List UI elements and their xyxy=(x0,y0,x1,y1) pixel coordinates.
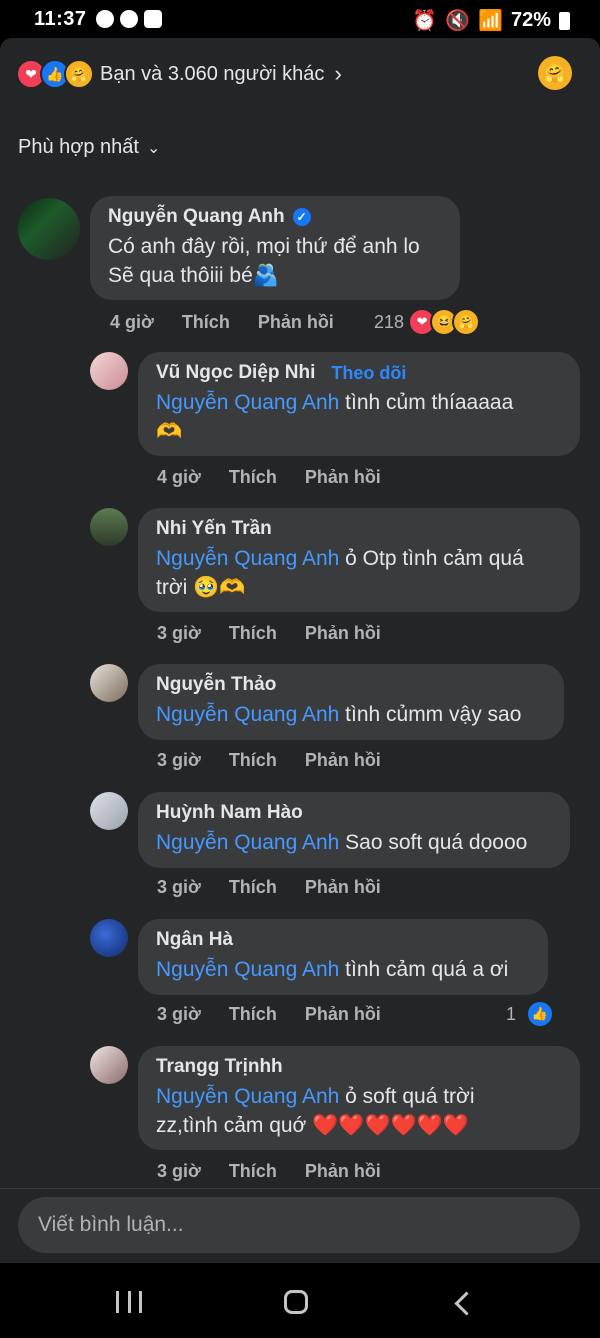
comment-time: 4 giờ xyxy=(157,467,201,487)
follow-button[interactable]: Theo dõi xyxy=(331,363,406,384)
reactions-summary[interactable]: ❤ 👍 🤗 Bạn và 3.060 người khác › xyxy=(16,58,342,90)
comment-author[interactable]: Nguyễn Quang Anh xyxy=(108,206,285,228)
mention-link[interactable]: Nguyễn Quang Anh xyxy=(156,391,339,414)
like-button[interactable]: Thích xyxy=(229,1004,277,1025)
avatar[interactable] xyxy=(18,198,80,260)
comment-actions: 3 giờ Thích Phản hồi xyxy=(157,1161,381,1182)
comment-time: 3 giờ xyxy=(157,1004,201,1024)
comments-sheet: ❤ 👍 🤗 Bạn và 3.060 người khác › 🤗 Phù hợ… xyxy=(0,38,600,1263)
comment-actions: 3 giờ Thích Phản hồi xyxy=(157,750,381,771)
comment-text: Nguyễn Quang Anh Sao soft quá dọooo xyxy=(156,831,528,854)
comment-bubble: Trangg Trịnhh Nguyễn Quang Anh ỏ soft qu… xyxy=(138,1046,580,1150)
comment-bubble: Ngân Hà Nguyễn Quang Anh tình cảm quá a … xyxy=(138,919,548,995)
comment-text: Nguyễn Quang Anh tình củmm vậy sao xyxy=(156,703,522,726)
comment-actions: 3 giờ Thích Phản hồi xyxy=(157,877,381,898)
avatar[interactable] xyxy=(90,508,128,546)
avatar[interactable] xyxy=(90,919,128,957)
comment-time: 3 giờ xyxy=(157,623,201,643)
comment-time: 4 giờ xyxy=(110,312,154,332)
comment-author[interactable]: Nguyễn Thảo xyxy=(156,674,276,696)
reply-button[interactable]: Phản hồi xyxy=(305,1161,381,1182)
comment-time: 3 giờ xyxy=(157,877,201,897)
reply-button[interactable]: Phản hồi xyxy=(305,877,381,898)
clock: 11:37 xyxy=(34,8,87,30)
home-icon[interactable] xyxy=(284,1290,308,1314)
messenger-icon xyxy=(96,10,114,28)
like-button[interactable]: Thích xyxy=(182,312,230,333)
mention-link[interactable]: Nguyễn Quang Anh xyxy=(156,1085,339,1108)
reply-button[interactable]: Phản hồi xyxy=(305,623,381,644)
comment-time: 3 giờ xyxy=(157,1161,201,1181)
mute-icon: 🔇 xyxy=(445,10,471,32)
sort-label: Phù hợp nhất xyxy=(18,136,139,158)
reply-button[interactable]: Phản hồi xyxy=(258,312,334,333)
comment-author[interactable]: Vũ Ngọc Diệp Nhi xyxy=(156,362,315,384)
alarm-icon: ⏰ xyxy=(412,10,438,32)
mention-link[interactable]: Nguyễn Quang Anh xyxy=(156,831,339,854)
care-reaction-button[interactable]: 🤗 xyxy=(538,56,572,90)
like-reaction-icon: 👍 xyxy=(526,1000,555,1028)
like-button[interactable]: Thích xyxy=(229,750,277,771)
care-reaction-icon: 🤗 xyxy=(64,59,94,89)
like-button[interactable]: Thích xyxy=(229,877,277,898)
back-icon[interactable] xyxy=(454,1291,479,1316)
avatar[interactable] xyxy=(90,664,128,702)
comment-bubble: Huỳnh Nam Hào Nguyễn Quang Anh Sao soft … xyxy=(138,792,570,868)
reply-button[interactable]: Phản hồi xyxy=(305,467,381,488)
comment-author[interactable]: Trangg Trịnhh xyxy=(156,1056,283,1078)
divider xyxy=(0,1188,600,1189)
avatar[interactable] xyxy=(90,792,128,830)
comment-text: Nguyễn Quang Anh ỏ soft quá trời zz,tình… xyxy=(156,1085,475,1137)
mention-link[interactable]: Nguyễn Quang Anh xyxy=(156,547,339,570)
verified-badge-icon: ✓ xyxy=(292,208,311,226)
comment-author[interactable]: Ngân Hà xyxy=(156,929,233,951)
comment-actions: 4 giờ Thích Phản hồi xyxy=(157,467,381,488)
comment-text: Nguyễn Quang Anh ỏ Otp tình cảm quá trời… xyxy=(156,547,524,599)
comment-author[interactable]: Nhi Yến Trần xyxy=(156,518,272,540)
comment-bubble: Vũ Ngọc Diệp Nhi Theo dõi Nguyễn Quang A… xyxy=(138,352,580,456)
avatar[interactable] xyxy=(90,352,128,390)
comment-bubble: Nguyễn Thảo Nguyễn Quang Anh tình củmm v… xyxy=(138,664,564,740)
navigation-bar xyxy=(0,1263,600,1338)
comment-text: Có anh đây rồi, mọi thứ để anh lo Sẽ qua… xyxy=(108,235,420,287)
wifi-icon: 📶 xyxy=(478,10,503,32)
comment-actions: 3 giờ Thích Phản hồi xyxy=(157,623,381,644)
comment-actions: 3 giờ Thích Phản hồi xyxy=(157,1004,381,1025)
comment-actions: 4 giờ Thích Phản hồi xyxy=(110,312,334,333)
comment-text: Nguyễn Quang Anh tình củm thíaaaaa 🫶 xyxy=(156,391,514,443)
comment-input[interactable]: Viết bình luận... xyxy=(18,1197,580,1253)
status-bar: 11:37 ⏰ 🔇 📶 72% xyxy=(0,0,600,38)
mention-link[interactable]: Nguyễn Quang Anh xyxy=(156,703,339,726)
care-reaction-icon: 🤗 xyxy=(452,308,481,336)
sort-dropdown[interactable]: Phù hợp nhất ⌄ xyxy=(18,136,160,159)
like-button[interactable]: Thích xyxy=(229,467,277,488)
comment-reaction-count[interactable]: 218 ❤ 😆 🤗 xyxy=(374,308,481,336)
mention-link[interactable]: Nguyễn Quang Anh xyxy=(156,958,339,981)
battery-icon xyxy=(559,11,570,30)
recent-apps-icon[interactable] xyxy=(116,1291,142,1313)
reactions-summary-text: Bạn và 3.060 người khác xyxy=(100,62,325,85)
chevron-down-icon: ⌄ xyxy=(147,139,161,157)
comment-input-placeholder: Viết bình luận... xyxy=(38,1213,184,1236)
comment-text: Nguyễn Quang Anh tình cảm quá a ơi xyxy=(156,958,509,981)
camera-notification-icon xyxy=(144,10,162,28)
comment-author[interactable]: Huỳnh Nam Hào xyxy=(156,802,303,824)
avatar[interactable] xyxy=(90,1046,128,1084)
like-button[interactable]: Thích xyxy=(229,623,277,644)
messenger-icon xyxy=(120,10,138,28)
comment-bubble: Nguyễn Quang Anh ✓ Có anh đây rồi, mọi t… xyxy=(90,196,460,300)
comment-time: 3 giờ xyxy=(157,750,201,770)
battery-percent: 72% xyxy=(510,9,551,31)
reply-button[interactable]: Phản hồi xyxy=(305,1004,381,1025)
comment-bubble: Nhi Yến Trần Nguyễn Quang Anh ỏ Otp tình… xyxy=(138,508,580,612)
chevron-right-icon: › xyxy=(334,61,342,86)
reply-button[interactable]: Phản hồi xyxy=(305,750,381,771)
comment-reaction-count[interactable]: 1 👍 xyxy=(506,1000,555,1028)
like-button[interactable]: Thích xyxy=(229,1161,277,1182)
